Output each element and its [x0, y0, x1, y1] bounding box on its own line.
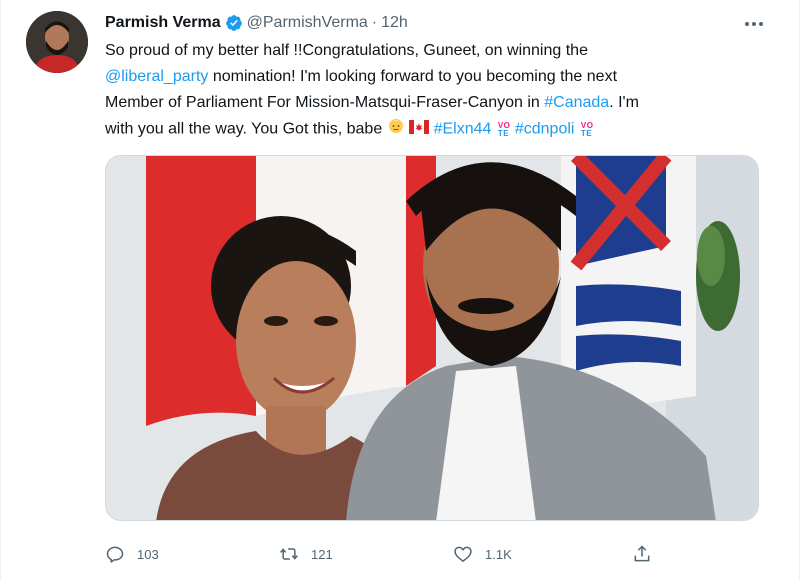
- tweet-line-3-end: . I'm: [609, 94, 639, 111]
- reply-icon: [106, 546, 124, 563]
- tweet-line-4: with you all the way. You Got this, babe: [105, 120, 387, 138]
- retweet-icon: [280, 548, 298, 560]
- tweet-actions: 103 121 1.1K: [105, 540, 665, 568]
- hashtag-cdnpoli-link[interactable]: #cdnpoli: [515, 121, 575, 138]
- reply-button[interactable]: 103: [105, 544, 159, 564]
- tweet-timestamp[interactable]: 12h: [381, 14, 408, 32]
- tweet-text: So proud of my better half !!Congratulat…: [105, 38, 765, 143]
- author-display-name[interactable]: Parmish Verma: [105, 14, 221, 32]
- author-handle[interactable]: @ParmishVerma: [247, 14, 368, 32]
- header-separator: ·: [371, 14, 378, 31]
- tweet-line-3: Member of Parliament For Mission-Matsqui…: [105, 94, 545, 111]
- baby-emoji-icon: [387, 116, 405, 143]
- more-options-icon[interactable]: [743, 14, 765, 34]
- like-count: 1.1K: [485, 546, 512, 562]
- tweet-header: Parmish Verma @ParmishVerma · 12h: [105, 12, 408, 34]
- mention-link[interactable]: @liberal_party: [105, 68, 208, 85]
- author-avatar[interactable]: [26, 11, 88, 73]
- hashtag-canada-link[interactable]: #Canada: [544, 94, 609, 111]
- vote-bottom-2: TE: [580, 128, 593, 138]
- retweet-count: 121: [311, 546, 333, 562]
- vote-emoji-icon-2: VO TE: [580, 121, 594, 138]
- verified-badge-icon: [225, 15, 242, 31]
- share-button[interactable]: [632, 544, 664, 564]
- hashtag-elxn44-link[interactable]: #Elxn44: [434, 121, 492, 138]
- tweet-photo[interactable]: [105, 155, 759, 521]
- vote-emoji-icon: VO TE: [497, 121, 511, 138]
- share-icon: [634, 545, 650, 562]
- canada-flag-emoji-icon: [409, 117, 430, 143]
- tweet-card[interactable]: Parmish Verma @ParmishVerma · 12h So pro…: [0, 0, 800, 581]
- vote-bottom: TE: [497, 128, 510, 138]
- tweet-line-1: So proud of my better half !!Congratulat…: [105, 42, 588, 59]
- like-button[interactable]: 1.1K: [453, 544, 512, 564]
- retweet-button[interactable]: 121: [279, 544, 333, 564]
- tweet-line-2: nomination! I'm looking forward to you b…: [208, 68, 618, 85]
- reply-count: 103: [137, 546, 159, 562]
- heart-icon: [454, 546, 472, 562]
